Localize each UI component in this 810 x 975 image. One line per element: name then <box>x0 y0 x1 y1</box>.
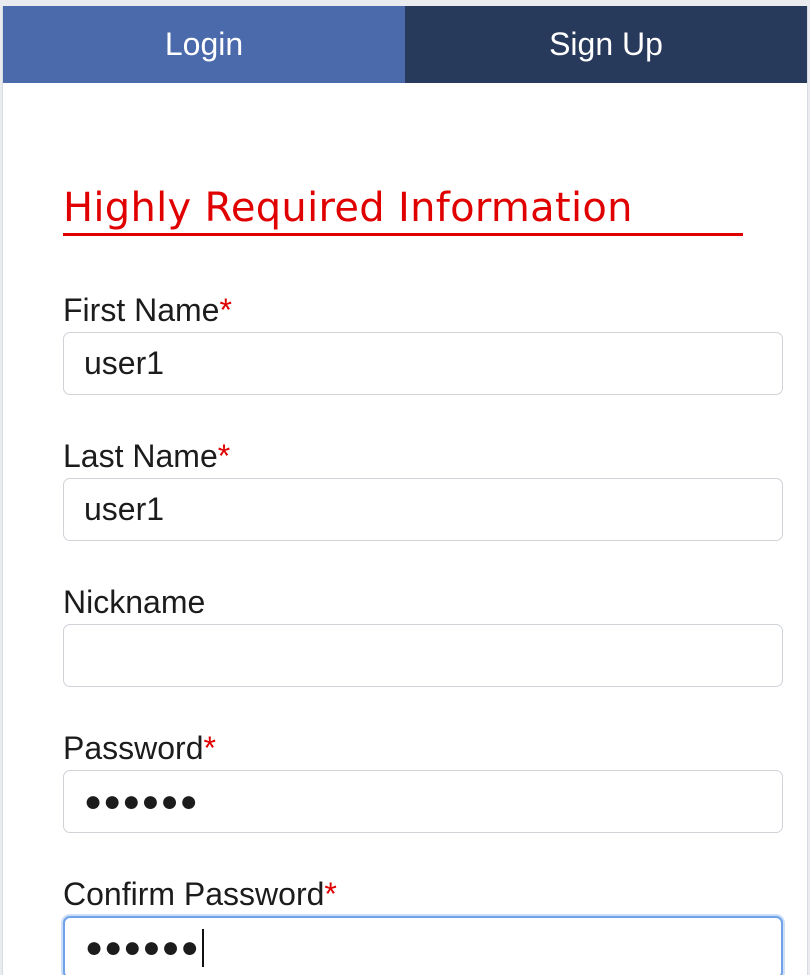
password-input[interactable]: ●●●●●● <box>63 770 783 833</box>
confirm-password-input[interactable]: ●●●●●● <box>63 916 783 975</box>
last-name-input[interactable]: user1 <box>63 478 783 541</box>
required-marker: * <box>219 292 232 328</box>
signup-panel: Login Sign Up Highly Required Informatio… <box>2 6 808 975</box>
required-marker: * <box>203 730 216 766</box>
confirm-password-value: ●●●●●● <box>85 930 200 964</box>
confirm-password-field: Confirm Password* ●●●●●● <box>63 876 783 975</box>
nickname-field: Nickname <box>63 584 783 687</box>
first-name-label: First Name* <box>63 292 232 328</box>
last-name-field: Last Name* user1 <box>63 438 783 541</box>
section-title: Highly Required Information <box>63 185 743 236</box>
required-marker: * <box>324 876 337 912</box>
required-marker: * <box>217 438 231 474</box>
signup-form: Highly Required Information First Name* … <box>63 83 783 975</box>
text-caret <box>201 928 204 967</box>
first-name-input[interactable]: user1 <box>63 332 783 395</box>
nickname-label: Nickname <box>63 584 206 620</box>
first-name-field: First Name* user1 <box>63 292 783 395</box>
tab-signup[interactable]: Sign Up <box>405 6 807 83</box>
auth-tabs: Login Sign Up <box>3 6 807 83</box>
confirm-password-label: Confirm Password* <box>63 876 337 912</box>
tab-login[interactable]: Login <box>3 6 405 83</box>
password-label: Password* <box>63 730 216 766</box>
nickname-input[interactable] <box>63 624 783 687</box>
password-field: Password* ●●●●●● <box>63 730 783 833</box>
last-name-label: Last Name* <box>63 438 231 474</box>
